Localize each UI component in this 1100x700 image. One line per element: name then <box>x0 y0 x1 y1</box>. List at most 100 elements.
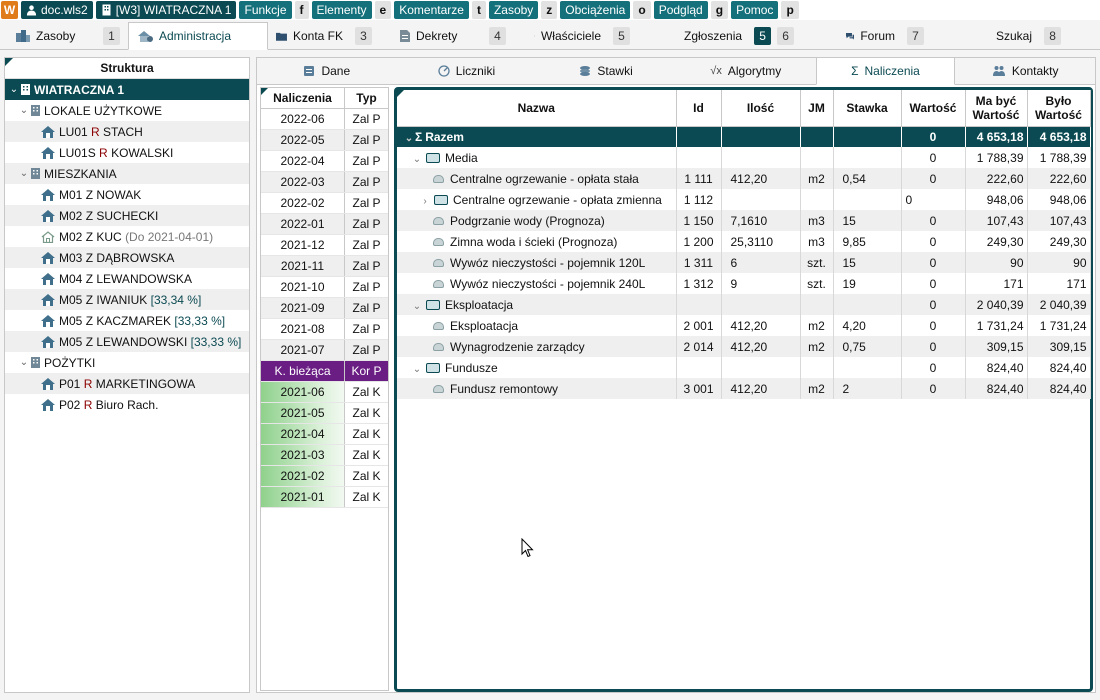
tree-item-lu01[interactable]: LU01 R STACH <box>5 121 249 142</box>
tree-item-m02-kuc[interactable]: M02 Z KUC (Do 2021-04-01) <box>5 226 249 247</box>
col-nazwa[interactable]: Nazwa <box>397 90 677 127</box>
subtab-liczniki[interactable]: Liczniki <box>397 58 537 84</box>
menu-pomoc[interactable]: Pomoc <box>731 1 779 19</box>
tab-wlasciciele[interactable]: Właściciele 5 <box>514 23 638 49</box>
period-type: Zal P <box>352 112 381 126</box>
tree-item-m04[interactable]: M04 Z LEWANDOWSKA <box>5 268 249 289</box>
charge-name: Wywóz nieczystości - pojemnik 240L <box>450 276 646 291</box>
tab-zgloszenia[interactable]: ? Zgłoszenia 5 6 <box>638 23 796 49</box>
chevron-down-icon[interactable]: ⌄ <box>411 364 423 375</box>
period-row[interactable]: 2021-11 Zal P <box>261 256 388 277</box>
period-row[interactable]: 2021-07 Zal P <box>261 340 388 361</box>
tree-item-lu01s[interactable]: LU01S R KOWALSKI <box>5 142 249 163</box>
tab-zgloszenia-shortcut: 6 <box>777 27 795 45</box>
chevron-down-icon[interactable]: ⌄ <box>411 154 423 165</box>
document-chip[interactable]: doc.wls2 <box>21 1 93 19</box>
tab-dekrety[interactable]: Dekrety 4 <box>380 23 514 49</box>
subtab-algorytmy[interactable]: √x Algorytmy <box>676 58 816 84</box>
tree-item-m02-suchecki[interactable]: M02 Z SUCHECKI <box>5 205 249 226</box>
chevron-down-icon[interactable]: ⌄ <box>411 301 423 312</box>
charge-row[interactable]: Podgrzanie wody (Prognoza) 1 150 7,1610 m3 1… <box>397 210 1091 231</box>
tree-item-m05-iwaniuk[interactable]: M05 Z IWANIUK [33,34 %] <box>5 289 249 310</box>
group-row[interactable]: ⌄ Eksploatacja 0 2 040,39 2 040,39 <box>397 294 1091 315</box>
chevron-down-icon[interactable]: ⌄ <box>19 357 29 368</box>
periods-list: Naliczenia Typ 2022-06 Zal P 2022-05 Zal P2… <box>260 87 389 691</box>
tab-forum[interactable]: Forum 7 <box>796 23 932 49</box>
cell-wartosc: 0 <box>901 336 966 357</box>
col-ilosc[interactable]: Ilość <box>721 90 801 127</box>
subtab-stawki[interactable]: Stawki <box>536 58 676 84</box>
col-id[interactable]: Id <box>676 90 722 127</box>
charge-row[interactable]: Eksploatacja 2 001 412,20 m2 4,20 0 1 731,24 1 … <box>397 315 1091 336</box>
mouse-cursor-icon <box>521 538 534 558</box>
total-row[interactable]: ⌄ Σ Razem 0 4 653,18 4 653,18 <box>397 126 1091 147</box>
charge-row[interactable]: Fundusz remontowy 3 001 412,20 m2 2 0 824,40 82… <box>397 378 1091 399</box>
group-row[interactable]: › Centralne ogrzewanie - opłata zmienna 1 … <box>397 189 1091 210</box>
charge-row[interactable]: Wywóz nieczystości - pojemnik 240L 1 312 9… <box>397 273 1091 294</box>
chevron-down-icon[interactable]: ⌄ <box>19 168 29 179</box>
period-row[interactable]: 2022-05 Zal P <box>261 130 388 151</box>
menu-podglad[interactable]: Podgląd <box>653 1 708 19</box>
tree-item-m01[interactable]: M01 Z NOWAK <box>5 184 249 205</box>
cell-stawka: 15 <box>833 252 902 273</box>
menu-elementy[interactable]: Elementy <box>311 1 372 19</box>
chevron-right-icon[interactable]: › <box>419 196 431 207</box>
charge-row[interactable]: Zimna woda i ścieki (Prognoza) 1 200 25,31… <box>397 231 1091 252</box>
window-chip[interactable]: [W3] WIATRACZNA 1 <box>95 1 237 19</box>
chevron-down-icon[interactable]: ⌄ <box>403 133 415 144</box>
period-row[interactable]: 2021-12 Zal P <box>261 235 388 256</box>
col-ma-byc[interactable]: Ma być Wartość <box>965 90 1028 127</box>
charge-row[interactable]: Centralne ogrzewanie - opłata stała 1 111… <box>397 168 1091 189</box>
col-bylo[interactable]: Było Wartość <box>1027 90 1091 127</box>
panel-corner-marker <box>397 90 404 97</box>
charge-row[interactable]: Wywóz nieczystości - pojemnik 120L 1 311 6… <box>397 252 1091 273</box>
tab-szukaj[interactable]: Szukaj 8 <box>932 23 1062 49</box>
charge-row[interactable]: Wynagrodzenie zarządcy 2 014 412,20 m2 0,75 0… <box>397 336 1091 357</box>
group-row[interactable]: ⌄ Media 0 1 788,39 1 788,39 <box>397 147 1091 168</box>
tree-group-lokale[interactable]: ⌄ LOKALE UŻYTKOWE <box>5 100 249 121</box>
tree-group-pozytki[interactable]: ⌄ POŻYTKI <box>5 352 249 373</box>
col-jm[interactable]: JM <box>800 90 834 127</box>
period-row[interactable]: 2021-06 Zal K <box>261 382 388 403</box>
period-row[interactable]: 2021-09 Zal P <box>261 298 388 319</box>
subtab-kontakty[interactable]: Kontakty <box>955 58 1095 84</box>
menu-komentarze[interactable]: Komentarze <box>394 1 469 19</box>
period-row[interactable]: 2022-02 Zal P <box>261 193 388 214</box>
period-row[interactable]: 2021-04 Zal K <box>261 424 388 445</box>
period-row[interactable]: 2022-03 Zal P <box>261 172 388 193</box>
tree-item-m05-lewandowski[interactable]: M05 Z LEWANDOWSKI [33,33 %] <box>5 331 249 352</box>
period-row[interactable]: 2021-02 Zal K <box>261 466 388 487</box>
tree-group-mieszkania[interactable]: ⌄ MIESZKANIA <box>5 163 249 184</box>
col-typ[interactable]: Typ <box>345 88 388 108</box>
tab-administracja[interactable]: Administracja <box>128 22 268 50</box>
house-icon <box>41 314 55 327</box>
period-row[interactable]: 2021-08 Zal P <box>261 319 388 340</box>
menu-funkcje[interactable]: Funkcje <box>239 1 292 19</box>
chevron-down-icon[interactable]: ⌄ <box>19 105 29 116</box>
tree-root[interactable]: ⌄ WIATRACZNA 1 <box>5 79 249 100</box>
tree-item-m03[interactable]: M03 Z DĄBROWSKA <box>5 247 249 268</box>
subtab-naliczenia[interactable]: Σ Naliczenia <box>815 57 956 85</box>
period-row[interactable]: 2022-01 Zal P <box>261 214 388 235</box>
period-row[interactable]: 2021-10 Zal P <box>261 277 388 298</box>
menu-zasoby[interactable]: Zasoby <box>488 1 539 19</box>
period-row[interactable]: 2021-03 Zal K <box>261 445 388 466</box>
cell-jm <box>800 357 834 378</box>
group-row[interactable]: ⌄ Fundusze 0 824,40 824,40 <box>397 357 1091 378</box>
tree-item-m05-kaczmarek[interactable]: M05 Z KACZMAREK [33,33 %] <box>5 310 249 331</box>
period-row[interactable]: 2021-01 Zal K <box>261 487 388 508</box>
subtab-dane[interactable]: Dane <box>257 58 397 84</box>
tree-item-p02[interactable]: P02 R Biuro Rach. <box>5 394 249 415</box>
chevron-down-icon[interactable]: ⌄ <box>9 84 19 95</box>
period-row[interactable]: K. bieżąca Kor P <box>261 361 388 382</box>
tab-konta-fk[interactable]: Konta FK 3 <box>268 23 380 49</box>
menu-obciazenia[interactable]: Obciążenia <box>560 1 631 19</box>
period-row[interactable]: 2021-05 Zal K <box>261 403 388 424</box>
period-row[interactable]: 2022-06 Zal P <box>261 109 388 130</box>
col-wartosc[interactable]: Wartość <box>901 90 966 127</box>
col-naliczenia[interactable]: Naliczenia <box>261 88 345 108</box>
col-stawka[interactable]: Stawka <box>833 90 902 127</box>
tree-item-p01[interactable]: P01 R MARKETINGOWA <box>5 373 249 394</box>
period-row[interactable]: 2022-04 Zal P <box>261 151 388 172</box>
tab-zasoby[interactable]: Zasoby 1 <box>8 23 128 49</box>
